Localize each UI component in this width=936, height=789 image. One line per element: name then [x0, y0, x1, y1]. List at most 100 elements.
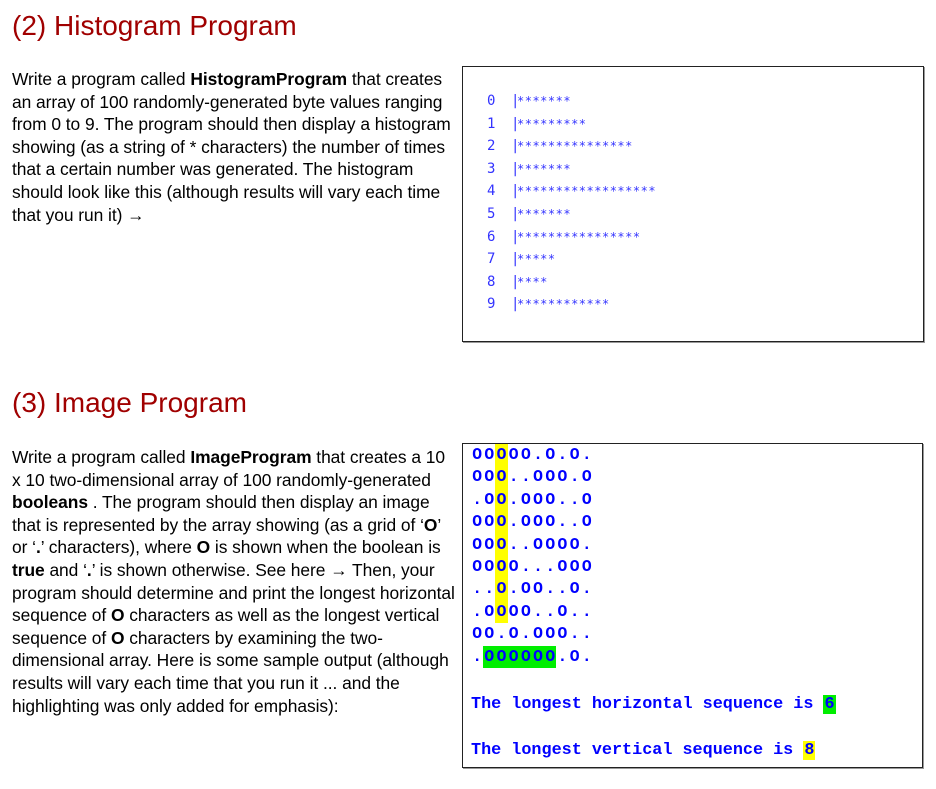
histogram-row: 0 |*******: [487, 90, 571, 112]
text: Write a program called: [12, 69, 191, 89]
image-cell-true: O: [569, 534, 580, 554]
image-cell-false: .: [581, 445, 592, 464]
program-name: HistogramProgram: [190, 69, 348, 89]
image-cell-false: .: [557, 579, 568, 599]
image-cell-true: O: [520, 489, 531, 509]
image-cell-true: O: [520, 579, 531, 599]
image-cell-false: .: [581, 624, 592, 644]
histogram-stars: ****: [517, 274, 548, 289]
histogram-row: 3 |*******: [487, 158, 571, 180]
histogram-row-label: 4: [487, 183, 496, 200]
histogram-stars: *******: [517, 161, 572, 176]
image-cell-true: O: [520, 512, 531, 532]
image-cell-false: .: [472, 601, 482, 621]
image-cell-true: O: [520, 445, 531, 464]
image-cell-false: .: [557, 445, 568, 464]
vertical-result-value: 8: [803, 741, 816, 760]
image-cell-false: .: [508, 467, 519, 487]
text: is shown when the boolean is: [210, 537, 441, 558]
image-cell-true: O: [495, 578, 508, 601]
histogram-row-label: 7: [487, 251, 496, 268]
image-cell-false: .: [520, 534, 531, 554]
program-name: ImageProgram: [190, 447, 312, 467]
image-cell-true: O: [484, 534, 495, 554]
text: that creates an array of 100 randomly-ge…: [12, 69, 451, 225]
horizontal-result-value: 6: [823, 695, 836, 714]
image-cell-false: .: [508, 489, 519, 509]
histogram-description: Write a program called HistogramProgram …: [12, 68, 457, 226]
text: and ‘: [44, 559, 87, 580]
image-cell-true: O: [472, 445, 482, 464]
histogram-row-label: 6: [487, 228, 496, 245]
image-cell-true: O: [495, 511, 508, 534]
image-cell-false: .: [496, 624, 507, 644]
image-cell-true: O: [484, 512, 495, 532]
horizontal-result-label: The longest horizontal sequence is: [471, 695, 824, 714]
image-cell-true: O: [495, 533, 508, 556]
image-cell-false: .: [557, 646, 568, 666]
histogram-row: 7 |*****: [487, 248, 556, 270]
image-grid-row: OO.O.OOO..: [471, 623, 593, 645]
histogram-row: 8 |****: [487, 271, 548, 293]
image-grid-row: .OOOO..O..: [471, 600, 593, 624]
image-cell-false: .: [520, 467, 531, 487]
bold-term: O: [196, 537, 211, 558]
histogram-row: 5 |*******: [487, 203, 571, 225]
image-cell-true: O: [533, 467, 543, 487]
histogram-row: 9 |************: [487, 293, 610, 315]
image-cell-false: .: [581, 534, 592, 554]
image-grid-row: OOO..OOOO.: [471, 533, 593, 556]
text: Write a program called: [12, 447, 191, 467]
image-cell-false: .: [545, 557, 556, 576]
vertical-result: The longest vertical sequence is 8: [471, 740, 816, 762]
image-cell-true: O: [519, 645, 532, 668]
image-cell-false: .: [533, 601, 543, 621]
image-cell-true: O: [569, 646, 580, 666]
image-cell-true: O: [495, 466, 508, 489]
image-cell-true: O: [472, 624, 482, 644]
image-cell-true: O: [569, 557, 580, 576]
histogram-row-label: 3: [487, 160, 496, 177]
image-cell-true: O: [557, 467, 568, 487]
image-cell-false: .: [472, 489, 482, 509]
histogram-stars: *******: [517, 94, 572, 108]
image-cell-true: O: [545, 512, 556, 532]
bold-term: true: [12, 559, 45, 580]
image-cell-true: O: [533, 624, 543, 644]
image-grid-row: OOO.OOO..O: [471, 511, 593, 534]
image-cell-true: O: [495, 600, 508, 624]
image-cell-true: O: [484, 601, 495, 621]
image-grid-row: OOO..OOO.O: [471, 466, 593, 489]
image-cell-true: O: [520, 601, 531, 621]
histogram-row-label: 9: [487, 296, 496, 313]
histogram-stars: ****************: [517, 229, 641, 244]
image-cell-true: O: [533, 534, 543, 554]
bold-term: O: [111, 627, 125, 648]
image-cell-true: O: [545, 624, 556, 644]
image-cell-true: O: [581, 512, 592, 532]
image-cell-true: O: [545, 534, 556, 554]
image-cell-true: O: [545, 467, 556, 487]
histogram-row: 4 |******************: [487, 180, 656, 202]
vertical-result-label: The longest vertical sequence is: [471, 741, 804, 760]
image-cell-false: .: [508, 512, 519, 532]
image-cell-true: O: [508, 624, 519, 644]
image-cell-false: .: [520, 557, 531, 576]
image-cell-true: O: [472, 534, 482, 554]
image-cell-true: O: [508, 601, 519, 621]
histogram-stars: *****: [517, 252, 556, 267]
image-output-box: The longest horizontal sequence is 6 The…: [462, 443, 923, 768]
image-cell-true: O: [472, 467, 482, 487]
image-section-heading: (3) Image Program: [12, 387, 247, 418]
image-cell-true: O: [557, 624, 568, 644]
image-cell-false: .: [557, 489, 568, 509]
histogram-row-label: 0: [487, 93, 496, 109]
histogram-stars: *********: [517, 116, 587, 131]
image-cell-false: .: [533, 445, 543, 464]
image-cell-true: O: [569, 445, 580, 464]
image-cell-true: O: [581, 489, 592, 509]
image-cell-false: .: [545, 601, 556, 621]
image-cell-false: .: [484, 579, 495, 599]
image-cell-true: O: [581, 467, 592, 487]
horizontal-result: The longest horizontal sequence is 6: [471, 694, 836, 716]
